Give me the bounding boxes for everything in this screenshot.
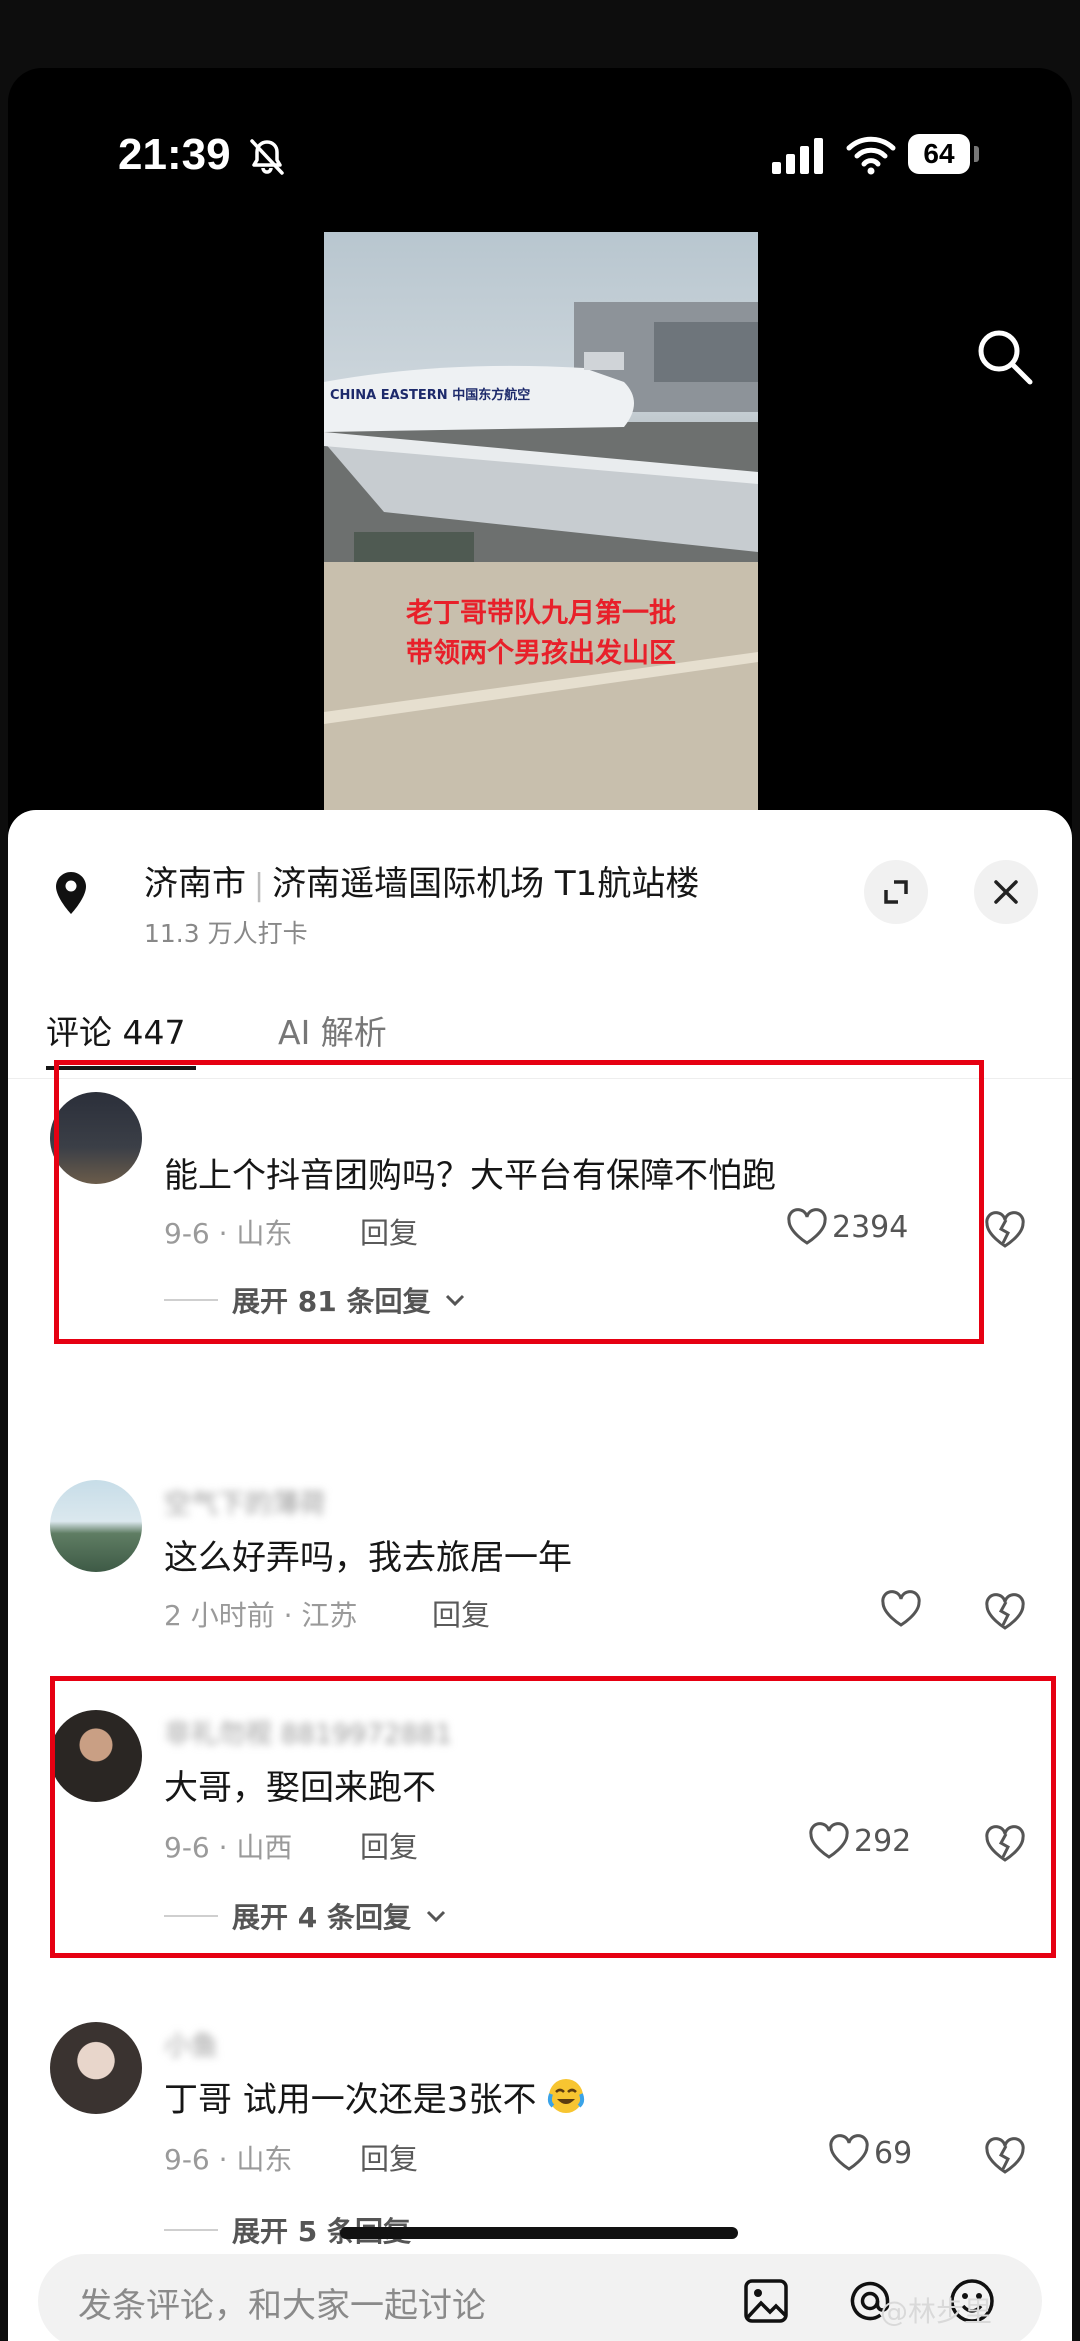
- dislike-icon[interactable]: [984, 2136, 1026, 2176]
- expand-replies[interactable]: 展开 4 条回复: [164, 1896, 447, 1936]
- like-button[interactable]: 69: [828, 2134, 912, 2172]
- reply-button[interactable]: 回复: [360, 1824, 418, 1866]
- signal-icon: [772, 138, 823, 174]
- expand-line: [164, 1915, 218, 1917]
- wifi-icon: [846, 136, 896, 175]
- chevron-down-icon: [446, 1294, 465, 1307]
- comment-meta: 2 小时前 · 江苏: [164, 1599, 358, 1632]
- comment-meta: 9-6 · 山西: [164, 1831, 293, 1864]
- like-count: 2394: [832, 1209, 909, 1245]
- image-icon[interactable]: [738, 2273, 794, 2329]
- location-separator: |: [254, 868, 265, 903]
- chevron-down-icon: [426, 1910, 446, 1923]
- comment-item: 非礼勿视 8819972881 大哥，娶回来跑不 9-6 · 山西 回复 292…: [8, 1710, 1072, 1950]
- username[interactable]: 非礼勿视 8819972881: [164, 1712, 452, 1751]
- expand-icon: [884, 880, 908, 904]
- reply-button[interactable]: 回复: [360, 1210, 418, 1252]
- like-count: 69: [874, 2135, 913, 2171]
- reply-button[interactable]: 回复: [360, 2136, 418, 2178]
- like-count: 292: [854, 1823, 912, 1859]
- status-time: 21:39: [118, 130, 231, 179]
- video-caption-line2: 带领两个男孩出发山区: [406, 638, 676, 669]
- battery-indicator: 64: [908, 134, 970, 174]
- video-caption-line1: 老丁哥带队九月第一批: [406, 598, 676, 629]
- home-indicator[interactable]: [340, 2227, 738, 2239]
- heart-icon: [809, 1822, 849, 1859]
- dislike-icon[interactable]: [984, 1592, 1026, 1632]
- tab-divider: [8, 1078, 1072, 1079]
- like-button[interactable]: 292: [808, 1822, 911, 1860]
- location-pin-icon: [56, 872, 86, 914]
- comment-sheet: 济南市 | 济南遥墙国际机场 T1航站楼 11.3 万人打卡 评论 447 AI 解…: [8, 810, 1072, 2341]
- like-button[interactable]: [880, 1590, 922, 1628]
- location-place: 济南遥墙国际机场 T1航站楼: [272, 864, 700, 904]
- close-button[interactable]: [974, 860, 1038, 924]
- comment-text-content: 丁哥 试用一次还是3张不: [164, 2080, 537, 2120]
- video-thumbnail[interactable]: CHINA EASTERN 中国东方航空 老丁哥带队九月第一批 带领两个男孩出发…: [324, 232, 758, 814]
- mute-bell-icon: [250, 139, 284, 175]
- comment-text: 丁哥 试用一次还是3张不: [164, 2072, 585, 2121]
- location-city: 济南市: [144, 864, 246, 904]
- tab-comments[interactable]: 评论 447: [46, 1006, 185, 1054]
- dislike-icon[interactable]: [984, 1824, 1026, 1864]
- comment-input-placeholder[interactable]: 发条评论，和大家一起讨论: [78, 2278, 486, 2327]
- expand-replies[interactable]: 展开 81 条回复: [164, 1280, 466, 1320]
- avatar[interactable]: [50, 1480, 142, 1572]
- expand-line: [164, 1299, 218, 1301]
- crying-laughing-emoji-icon: [548, 2079, 585, 2113]
- like-button[interactable]: 2394: [786, 1208, 908, 1246]
- heart-icon: [881, 1590, 921, 1627]
- comment-text: 这么好弄吗，我去旅居一年: [164, 1538, 572, 1578]
- comment-meta: 9-6 · 山东: [164, 2143, 293, 2176]
- location-title[interactable]: 济南市 | 济南遥墙国际机场 T1航站楼: [144, 856, 699, 905]
- username[interactable]: 空气下的薄荷: [164, 1482, 326, 1521]
- comment-item: 小鱼 丁哥 试用一次还是3张不 9-6 · 山东 回复 69 展开 5 条回复: [8, 2022, 1072, 2262]
- reply-button[interactable]: 回复: [432, 1592, 490, 1634]
- comment-item: 空气下的薄荷 这么好弄吗，我去旅居一年 2 小时前 · 江苏 回复: [8, 1480, 1072, 1640]
- avatar[interactable]: [50, 2022, 142, 2114]
- comment-text: 能上个抖音团购吗？大平台有保障不怕跑: [164, 1156, 776, 1196]
- location-checkins: 11.3 万人打卡: [144, 919, 308, 948]
- video-caption: 老丁哥带队九月第一批 带领两个男孩出发山区: [324, 594, 758, 674]
- close-icon: [994, 880, 1018, 904]
- phone-screen: 21:39 64 CHINA EASTERN 中国东方航空 老丁哥带队九月第一批…: [8, 68, 1072, 2341]
- heart-icon: [829, 2134, 869, 2171]
- airport-scene: [324, 302, 758, 814]
- tab-ai-analysis[interactable]: AI 解析: [278, 1006, 387, 1054]
- battery-tip: [974, 146, 979, 162]
- comment-text: 大哥，娶回来跑不: [164, 1768, 436, 1808]
- video-airline-text: CHINA EASTERN 中国东方航空: [330, 388, 531, 403]
- dislike-icon[interactable]: [984, 1210, 1026, 1250]
- watermark: @林步里: [880, 2295, 993, 2328]
- expand-replies-text: 展开 4 条回复: [232, 1901, 411, 1934]
- expand-line: [164, 2229, 218, 2231]
- comment-item: 能上个抖音团购吗？大平台有保障不怕跑 9-6 · 山东 回复 2394 展开 8…: [8, 1092, 1072, 1332]
- expand-replies-text: 展开 81 条回复: [232, 1285, 431, 1318]
- avatar[interactable]: [50, 1092, 142, 1184]
- username[interactable]: 小鱼: [164, 2024, 218, 2063]
- heart-icon: [787, 1208, 827, 1245]
- active-tab-indicator: [46, 1066, 196, 1070]
- comment-meta: 9-6 · 山东: [164, 1217, 293, 1250]
- search-icon[interactable]: [972, 324, 1038, 390]
- avatar[interactable]: [50, 1710, 142, 1802]
- expand-sheet-button[interactable]: [864, 860, 928, 924]
